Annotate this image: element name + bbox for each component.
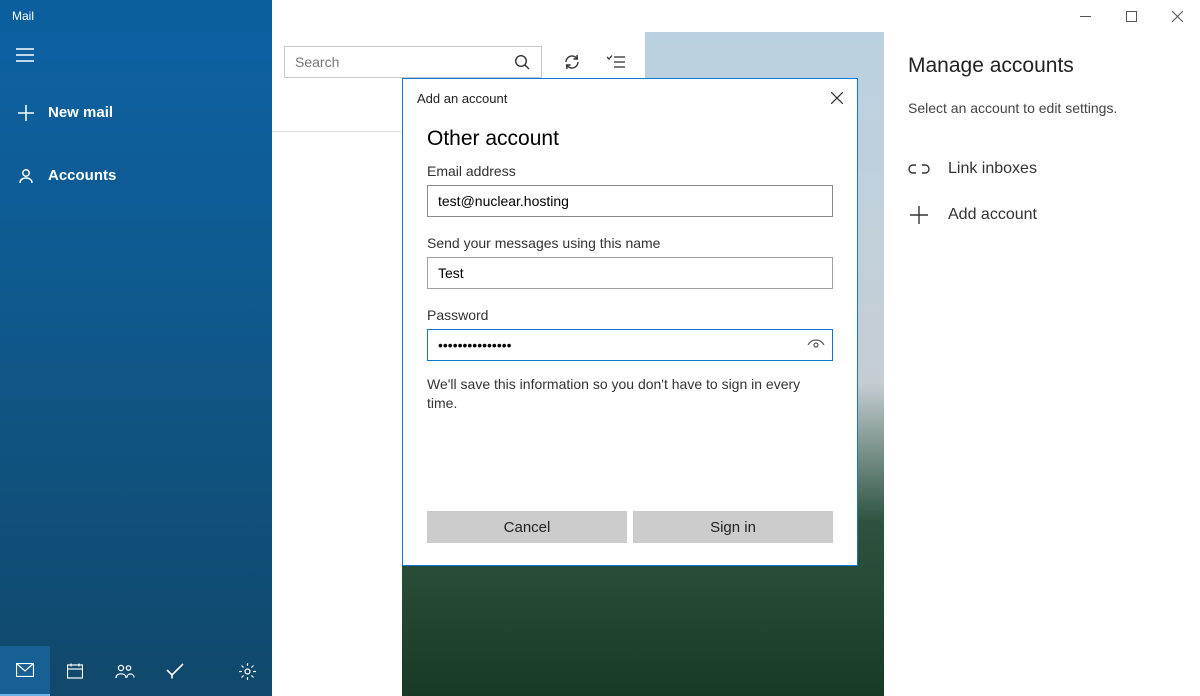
link-inboxes-label: Link inboxes (948, 160, 1037, 178)
accounts-button[interactable]: Accounts (0, 155, 272, 196)
accounts-label: Accounts (48, 167, 116, 184)
link-inboxes-button[interactable]: Link inboxes (908, 160, 1176, 178)
name-label: Send your messages using this name (427, 235, 833, 251)
toolbar-icons (554, 46, 634, 78)
dialog-note: We'll save this information so you don't… (427, 375, 833, 413)
search-input-wrapper[interactable] (284, 46, 542, 78)
email-field[interactable] (427, 185, 833, 217)
plus-icon (18, 105, 34, 121)
search-icon[interactable] (503, 54, 541, 70)
dialog-body: Other account Email address Send your me… (403, 117, 857, 511)
password-label: Password (427, 307, 833, 323)
sidebar: New mail Accounts (0, 32, 272, 696)
manage-accounts-panel: Manage accounts Select an account to edi… (884, 32, 1200, 696)
close-button[interactable] (1154, 0, 1200, 32)
title-bar: Mail (0, 0, 1200, 32)
close-icon[interactable] (831, 92, 843, 104)
new-mail-label: New mail (48, 104, 113, 121)
add-account-dialog: Add an account Other account Email addre… (402, 78, 858, 566)
hamburger-button[interactable] (0, 32, 272, 78)
mail-tab-icon[interactable] (0, 646, 50, 696)
dialog-buttons: Cancel Sign in (403, 511, 857, 565)
add-account-label: Add account (948, 206, 1037, 224)
panel-title: Manage accounts (908, 54, 1176, 78)
minimize-button[interactable] (1062, 0, 1108, 32)
email-label: Email address (427, 163, 833, 179)
panel-subtitle: Select an account to edit settings. (908, 100, 1176, 116)
app-title: Mail (0, 0, 272, 32)
reveal-password-icon[interactable] (807, 329, 825, 361)
signin-button[interactable]: Sign in (633, 511, 833, 543)
sidebar-bottom-bar (0, 646, 272, 696)
new-mail-button[interactable]: New mail (0, 92, 272, 133)
maximize-button[interactable] (1108, 0, 1154, 32)
title-bar-gap (272, 0, 884, 32)
app-title-text: Mail (12, 9, 34, 23)
message-list-empty (272, 132, 402, 696)
calendar-tab-icon[interactable] (50, 646, 100, 696)
add-account-button[interactable]: Add account (908, 206, 1176, 224)
window-controls (1062, 0, 1200, 32)
sync-icon[interactable] (554, 46, 590, 78)
people-tab-icon[interactable] (100, 646, 150, 696)
person-icon (18, 168, 34, 184)
cancel-button[interactable]: Cancel (427, 511, 627, 543)
display-name-field[interactable] (427, 257, 833, 289)
settings-icon[interactable] (222, 646, 272, 696)
link-icon (908, 162, 930, 176)
dialog-title: Other account (427, 127, 833, 151)
dialog-header: Add an account (403, 79, 857, 117)
search-input[interactable] (285, 54, 503, 70)
dialog-header-title: Add an account (417, 91, 507, 106)
select-mode-icon[interactable] (598, 46, 634, 78)
todo-tab-icon[interactable] (150, 646, 200, 696)
plus-icon (908, 206, 930, 224)
password-field[interactable] (427, 329, 833, 361)
